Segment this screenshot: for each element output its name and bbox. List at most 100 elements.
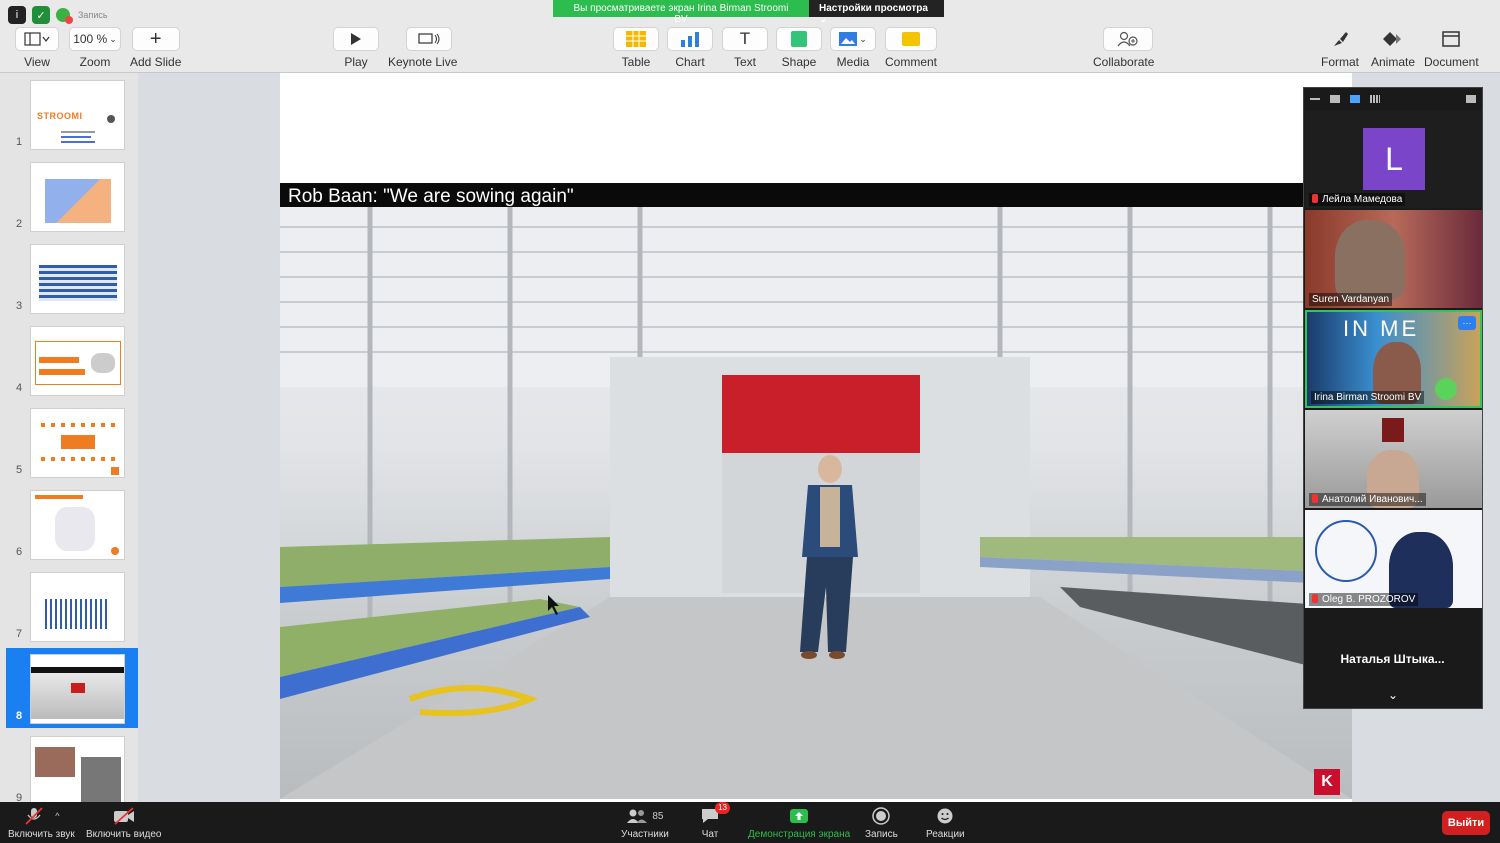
- meeting-controls-bar: ^ Включить звук Включить видео 85 Участн…: [0, 802, 1500, 843]
- participant-tile-2[interactable]: Suren Vardanyan: [1305, 210, 1482, 308]
- greenhouse-video[interactable]: K: [280, 207, 1352, 799]
- slide-number: 9: [16, 792, 23, 802]
- leave-meeting-button[interactable]: Выйти: [1442, 811, 1490, 835]
- record-button[interactable]: Запись: [865, 806, 898, 840]
- zoom-label: Zoom: [79, 55, 111, 69]
- image-icon: ⌄: [830, 27, 876, 51]
- slide-2-preview: [30, 162, 125, 232]
- participant-name-only[interactable]: Наталья Штыка...: [1304, 652, 1481, 666]
- participant-tile-1[interactable]: L Лейла Мамедова: [1305, 110, 1482, 208]
- more-options-button[interactable]: ···: [1458, 316, 1476, 330]
- slide-8-preview: [30, 654, 125, 724]
- system-icons: i ✓ Запись: [8, 6, 108, 24]
- info-icon[interactable]: i: [8, 6, 26, 24]
- slide-thumbnail-5[interactable]: 5: [6, 402, 138, 482]
- format-button[interactable]: Format: [1319, 27, 1361, 69]
- plus-icon: +: [131, 27, 180, 51]
- participant-name: Лейла Мамедова: [1309, 193, 1406, 206]
- comment-icon: [885, 27, 937, 51]
- slide-1-preview: STROOMI: [30, 80, 125, 150]
- share-screen-button[interactable]: Демонстрация экрана: [748, 806, 850, 840]
- participant-tile-4[interactable]: Анатолий Иванович...: [1305, 410, 1482, 508]
- unmute-button[interactable]: ^ Включить звук: [8, 806, 75, 840]
- slide-9-preview: [30, 736, 125, 802]
- chat-label: Чат: [701, 829, 719, 840]
- slide-thumbnail-8[interactable]: 8: [6, 648, 138, 728]
- participants-icon: 85: [626, 806, 663, 826]
- document-icon: [1425, 27, 1477, 51]
- record-label: Запись: [865, 829, 898, 840]
- chevron-up-icon[interactable]: ^: [55, 811, 59, 821]
- play-icon: [333, 27, 379, 51]
- table-button[interactable]: Table: [613, 27, 659, 69]
- keynote-live-button[interactable]: Keynote Live: [388, 27, 457, 69]
- chat-button[interactable]: 13 Чат: [700, 802, 730, 840]
- shield-icon[interactable]: ✓: [32, 6, 50, 24]
- participants-button[interactable]: 85 Участники: [621, 806, 669, 840]
- start-video-button[interactable]: Включить видео: [86, 806, 162, 840]
- expand-icon[interactable]: [1466, 95, 1476, 103]
- collaborate-label: Collaborate: [1093, 55, 1155, 69]
- participant-name: Oleg B. PROZOROV: [1309, 593, 1419, 606]
- speaker-view-icon[interactable]: [1330, 95, 1340, 103]
- document-button[interactable]: Document: [1424, 27, 1479, 69]
- slide-navigator: STROOMI 1 2 3 4 5 6 7 8 9: [0, 73, 138, 802]
- table-icon: [613, 27, 659, 51]
- shape-label: Shape: [781, 55, 817, 69]
- recording-label: Запись: [78, 10, 108, 20]
- slide-thumbnail-4[interactable]: 4: [6, 320, 138, 400]
- grid-view-icon[interactable]: [1370, 95, 1380, 103]
- chevron-down-icon[interactable]: ⌄: [1388, 688, 1398, 702]
- slide-7-preview: [30, 572, 125, 642]
- view-button[interactable]: View: [15, 27, 59, 69]
- slide-thumbnail-9[interactable]: 9: [6, 730, 138, 802]
- participant-name: Анатолий Иванович...: [1309, 493, 1426, 506]
- shape-icon: [776, 27, 822, 51]
- bar-chart-icon: [667, 27, 713, 51]
- viewing-screen-text: Вы просматриваете экран Irina Birman Str…: [553, 0, 809, 25]
- zoom-select[interactable]: 100 % ⌄ Zoom: [69, 27, 121, 69]
- view-options-button[interactable]: Настройки просмотра ⌄: [809, 0, 944, 25]
- participants-gallery: L Лейла Мамедова Suren Vardanyan IN ME ·…: [1303, 87, 1483, 709]
- muted-microphone-icon: [1312, 594, 1318, 603]
- text-label: Text: [733, 55, 756, 69]
- add-slide-button[interactable]: + Add Slide: [130, 27, 181, 69]
- table-label: Table: [621, 55, 651, 69]
- slide-thumbnail-7[interactable]: 7: [6, 566, 138, 646]
- minimize-icon[interactable]: [1310, 98, 1320, 100]
- avatar: L: [1363, 128, 1425, 190]
- diamond-icon: [1370, 27, 1416, 51]
- play-button[interactable]: Play: [333, 27, 379, 69]
- collaborate-button[interactable]: Collaborate: [1093, 27, 1154, 69]
- chart-button[interactable]: Chart: [667, 27, 713, 69]
- view-label: View: [24, 55, 50, 69]
- media-button[interactable]: ⌄ Media: [830, 27, 876, 69]
- participant-tile-3-active-speaker[interactable]: IN ME ··· Irina Birman Stroomi BV: [1305, 310, 1482, 408]
- reactions-button[interactable]: Реакции: [926, 806, 965, 840]
- animate-button[interactable]: Animate: [1370, 27, 1416, 69]
- channel-logo: K: [1314, 769, 1340, 795]
- collaborate-icon: [1102, 27, 1153, 51]
- slide-thumbnail-1[interactable]: STROOMI 1: [6, 74, 138, 154]
- text-button[interactable]: T Text: [722, 27, 768, 69]
- sidebar-layout-icon: [15, 27, 59, 51]
- participant-tile-5[interactable]: Oleg B. PROZOROV: [1305, 510, 1482, 608]
- slide-thumbnail-2[interactable]: 2: [6, 156, 138, 236]
- greenhouse-scene: [280, 207, 1352, 799]
- animate-label: Animate: [1370, 55, 1416, 69]
- current-slide[interactable]: Rob Baan: "We are sowing again" K: [280, 73, 1352, 802]
- chevron-down-icon: ⌄: [109, 33, 117, 44]
- document-label: Document: [1424, 55, 1479, 69]
- comment-button[interactable]: Comment: [885, 27, 937, 69]
- video-title-bar: Rob Baan: "We are sowing again": [280, 183, 1352, 207]
- slide-thumbnail-6[interactable]: 6: [6, 484, 138, 564]
- slide-number: 2: [16, 218, 23, 230]
- format-label: Format: [1320, 55, 1359, 69]
- reactions-label: Реакции: [926, 829, 965, 840]
- stroomi-logo-text: STROOMI: [37, 111, 83, 121]
- slide-thumbnail-3[interactable]: 3: [6, 238, 138, 318]
- strip-view-icon[interactable]: [1350, 95, 1360, 103]
- record-icon: [872, 806, 891, 826]
- shape-button[interactable]: Shape: [776, 27, 822, 69]
- slide-number: 5: [16, 464, 23, 476]
